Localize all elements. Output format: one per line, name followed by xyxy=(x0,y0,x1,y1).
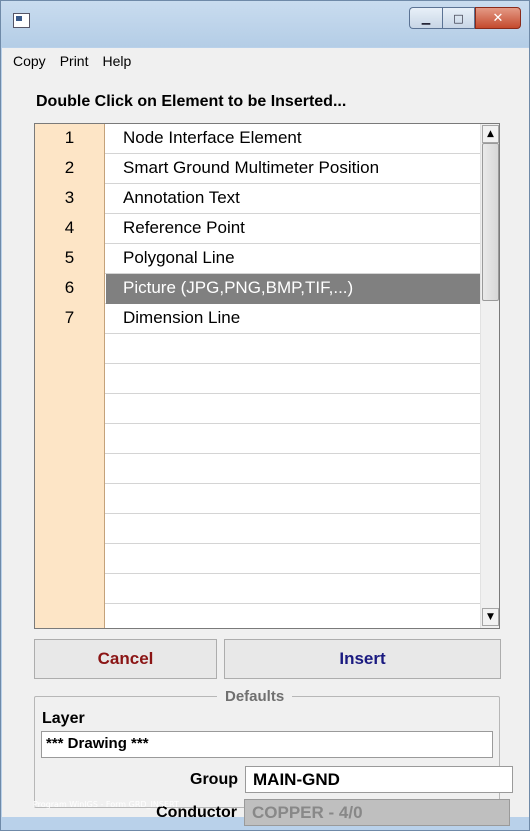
scroll-up-button[interactable]: ▲ xyxy=(482,125,499,143)
list-item-number xyxy=(35,454,105,484)
list-item[interactable] xyxy=(35,484,481,514)
list-item-number: 4 xyxy=(35,214,105,244)
list-item-number xyxy=(35,364,105,394)
list-item-label xyxy=(106,574,481,604)
list-item-number xyxy=(35,394,105,424)
insert-button[interactable]: Insert xyxy=(224,639,501,679)
list-item-number xyxy=(35,484,105,514)
menu-bar: Copy Print Help xyxy=(2,48,529,73)
window-controls: ▁ □ ✕ xyxy=(409,7,521,29)
list-item-label: Polygonal Line xyxy=(123,248,235,267)
list-item-label: Annotation Text xyxy=(123,188,240,207)
list-item-number xyxy=(35,574,105,604)
list-item[interactable] xyxy=(35,454,481,484)
list-item-label xyxy=(106,484,481,514)
list-item[interactable] xyxy=(35,394,481,424)
list-item-label xyxy=(106,424,481,454)
list-item[interactable] xyxy=(35,574,481,604)
cancel-button[interactable]: Cancel xyxy=(34,639,217,679)
group-field[interactable]: MAIN-GND xyxy=(245,766,513,793)
list-item[interactable]: 3 Annotation Text xyxy=(35,184,481,214)
instruction-text: Double Click on Element to be Inserted..… xyxy=(36,93,347,110)
group-row: Group MAIN-GND xyxy=(153,766,513,793)
list-item-label xyxy=(106,394,481,424)
defaults-title: Defaults xyxy=(217,688,293,705)
list-item[interactable] xyxy=(35,514,481,544)
list-item[interactable] xyxy=(35,604,481,628)
arrow-up-icon: ▲ xyxy=(487,129,494,139)
list-item[interactable]: 5 Polygonal Line xyxy=(35,244,481,274)
list-item-label xyxy=(106,544,481,574)
conductor-field: COPPER - 4/0 xyxy=(244,799,510,826)
list-item[interactable]: 1 Node Interface Element xyxy=(35,124,481,154)
scroll-down-button[interactable]: ▼ xyxy=(482,608,499,626)
dialog-body: Double Click on Element to be Inserted..… xyxy=(2,73,529,826)
layer-field[interactable]: *** Drawing *** xyxy=(41,731,493,758)
list-item-number xyxy=(35,544,105,574)
footer-text: Program WinIGS - Form GRD_INSERT xyxy=(33,800,179,809)
list-item-label: Node Interface Element xyxy=(123,128,302,147)
app-icon[interactable] xyxy=(13,13,30,28)
scroll-thumb[interactable] xyxy=(482,143,499,301)
list-item-label: Reference Point xyxy=(123,218,245,237)
list-item[interactable]: 7 Dimension Line xyxy=(35,304,481,334)
arrow-down-icon: ▼ xyxy=(487,612,494,622)
list-item-number xyxy=(35,604,105,628)
list-item-number: 1 xyxy=(35,124,105,154)
list-item-number xyxy=(35,514,105,544)
close-button[interactable]: ✕ xyxy=(475,7,521,29)
vertical-scrollbar[interactable]: ▲ ▼ xyxy=(480,124,499,628)
list-item-number: 3 xyxy=(35,184,105,214)
list-item-label: Smart Ground Multimeter Position xyxy=(123,158,380,177)
title-bar[interactable]: ▁ □ ✕ xyxy=(1,1,529,47)
list-item[interactable]: 4 Reference Point xyxy=(35,214,481,244)
maximize-button[interactable]: □ xyxy=(442,7,475,29)
element-list[interactable]: 1 Node Interface Element 2 Smart Ground Mul… xyxy=(34,123,500,629)
list-item-number xyxy=(35,424,105,454)
list-item-label xyxy=(106,514,481,544)
list-item-label: Dimension Line xyxy=(123,308,241,327)
minimize-icon: ▁ xyxy=(421,11,431,25)
close-icon: ✕ xyxy=(492,10,504,26)
layer-label: Layer xyxy=(42,710,85,727)
list-item-label xyxy=(106,454,481,484)
group-label: Group xyxy=(190,770,238,788)
list-item[interactable]: 2 Smart Ground Multimeter Position xyxy=(35,154,481,184)
insert-element-window: ▁ □ ✕ Copy Print Help Double Click on El… xyxy=(0,0,530,831)
list-item-label xyxy=(106,334,481,364)
list-item[interactable] xyxy=(35,364,481,394)
list-item[interactable]: 6 Picture (JPG,PNG,BMP,TIF,...) xyxy=(35,274,481,304)
list-item-label: Picture (JPG,PNG,BMP,TIF,...) xyxy=(106,274,481,304)
list-item[interactable] xyxy=(35,334,481,364)
list-item-number: 5 xyxy=(35,244,105,274)
maximize-icon: □ xyxy=(453,11,464,25)
list-item-number: 6 xyxy=(35,274,105,304)
list-item-label xyxy=(106,604,481,628)
list-item-number: 7 xyxy=(35,304,105,334)
list-item[interactable] xyxy=(35,424,481,454)
menu-help[interactable]: Help xyxy=(95,53,138,69)
menu-print[interactable]: Print xyxy=(53,53,96,69)
list-item[interactable] xyxy=(35,544,481,574)
list-item-number xyxy=(35,334,105,364)
defaults-group: Defaults Layer *** Drawing *** Group MAI… xyxy=(34,688,513,808)
list-item-label xyxy=(106,364,481,394)
list-item-number: 2 xyxy=(35,154,105,184)
menu-copy[interactable]: Copy xyxy=(6,53,53,69)
minimize-button[interactable]: ▁ xyxy=(409,7,442,29)
